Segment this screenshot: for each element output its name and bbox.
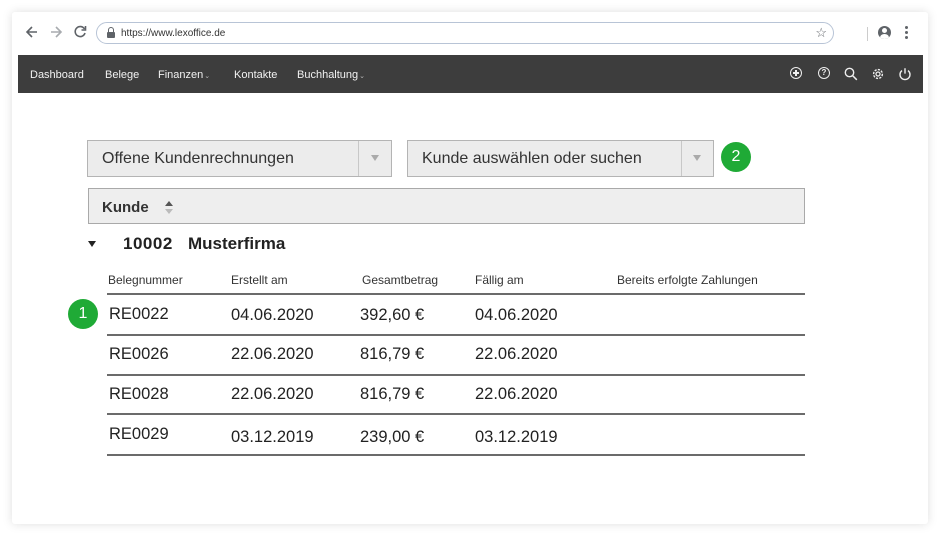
nav-label: Dashboard: [30, 69, 84, 81]
nav-item-dashboard[interactable]: Dashboard: [30, 55, 84, 93]
settings-icon[interactable]: [871, 67, 885, 81]
step-badge-2: 2: [721, 142, 751, 172]
cell-belegnummer[interactable]: RE0029: [109, 425, 169, 444]
sort-label: Kunde: [102, 199, 149, 216]
nav-item-finanzen[interactable]: Finanzen⌄: [158, 55, 210, 93]
cell-belegnummer[interactable]: RE0026: [109, 345, 169, 364]
main-navigation: Dashboard Belege Finanzen⌄ Kontakte Buch…: [18, 55, 923, 93]
chevron-down-icon: ⌄: [359, 73, 366, 80]
cell-faellig: 03.12.2019: [475, 428, 558, 446]
cell-faellig: 22.06.2020: [475, 385, 558, 403]
toolbar-divider: [867, 27, 868, 41]
cell-betrag: 816,79 €: [360, 345, 425, 363]
cell-erstellt: 22.06.2020: [231, 385, 314, 403]
nav-item-kontakte[interactable]: Kontakte: [234, 55, 277, 93]
chevron-down-icon[interactable]: [371, 155, 379, 161]
table-divider: [107, 413, 805, 415]
address-bar[interactable]: https://www.lexoffice.de ☆: [96, 22, 834, 44]
reload-icon[interactable]: [70, 22, 90, 42]
chevron-down-icon: ⌄: [204, 73, 211, 80]
column-header-faellig: Fällig am: [475, 273, 524, 287]
browser-toolbar: https://www.lexoffice.de ☆: [12, 12, 928, 55]
nav-label: Belege: [105, 69, 140, 81]
column-header-gesamtbetrag: Gesamtbetrag: [362, 273, 439, 287]
cell-faellig: 22.06.2020: [475, 345, 558, 363]
nav-label: Buchhaltung: [297, 69, 359, 81]
nav-item-belege[interactable]: Belege: [105, 55, 139, 93]
nav-label: Kontakte: [234, 69, 278, 81]
nav-item-buchhaltung[interactable]: Buchhaltung⌄: [297, 55, 365, 93]
sort-icon[interactable]: [165, 201, 173, 215]
collapse-triangle-icon[interactable]: [88, 241, 96, 247]
column-header-zahlungen: Bereits erfolgte Zahlungen: [617, 273, 758, 287]
customer-number: 10002: [123, 234, 173, 253]
help-icon[interactable]: ?: [818, 67, 832, 81]
cell-faellig: 04.06.2020: [475, 306, 558, 324]
sort-by-customer[interactable]: Kunde: [88, 188, 805, 224]
star-icon[interactable]: ☆: [815, 24, 827, 42]
cell-betrag: 239,00 €: [360, 428, 425, 446]
cell-erstellt: 03.12.2019: [231, 428, 314, 446]
cell-betrag: 392,60 €: [360, 306, 425, 324]
customer-search-placeholder: Kunde auswählen oder suchen: [422, 150, 642, 167]
back-icon[interactable]: [22, 22, 42, 42]
forward-icon[interactable]: [46, 22, 66, 42]
table-divider: [107, 374, 805, 376]
select-divider: [358, 141, 359, 176]
browser-window: https://www.lexoffice.de ☆ Dashboard Bel…: [12, 12, 928, 524]
column-header-belegnummer: Belegnummer: [108, 273, 183, 287]
step-badge-1: 1: [68, 299, 98, 329]
cell-erstellt: 04.06.2020: [231, 306, 314, 324]
select-divider: [681, 141, 682, 176]
power-icon[interactable]: [898, 67, 912, 81]
cell-belegnummer[interactable]: RE0028: [109, 385, 169, 404]
table-divider: [107, 454, 805, 456]
search-icon[interactable]: [844, 67, 858, 81]
nav-label: Finanzen: [158, 69, 204, 81]
lock-icon: [107, 27, 115, 39]
customer-name: Musterfirma: [188, 234, 286, 253]
customer-search-select[interactable]: Kunde auswählen oder suchen: [407, 140, 714, 177]
column-header-erstellt: Erstellt am: [231, 273, 288, 287]
account-icon[interactable]: [878, 26, 891, 39]
cell-erstellt: 22.06.2020: [231, 345, 314, 363]
invoice-filter-select[interactable]: Offene Kundenrechnungen: [87, 140, 392, 177]
table-divider: [107, 334, 805, 336]
cell-betrag: 816,79 €: [360, 385, 425, 403]
url-text[interactable]: https://www.lexoffice.de: [121, 26, 225, 41]
add-circle-icon[interactable]: [790, 67, 804, 81]
kebab-menu-icon[interactable]: [905, 26, 909, 40]
chevron-down-icon[interactable]: [693, 155, 701, 161]
invoice-filter-value: Offene Kundenrechnungen: [102, 150, 294, 167]
cell-belegnummer[interactable]: RE0022: [109, 305, 169, 324]
table-divider: [107, 293, 805, 295]
